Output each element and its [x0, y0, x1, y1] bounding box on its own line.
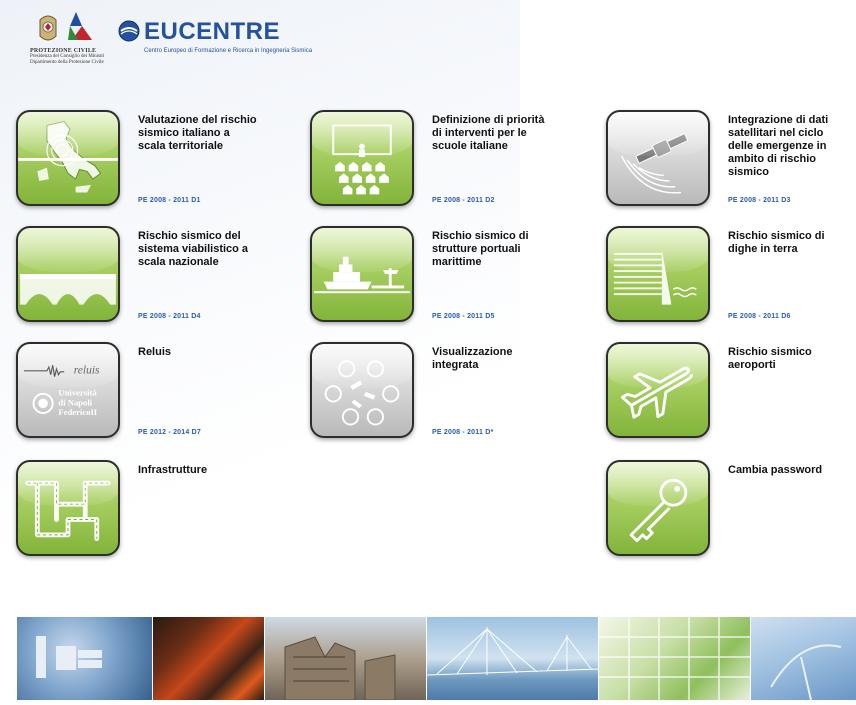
tile-cambia-password[interactable]: Cambia password [606, 460, 856, 570]
satellite-icon[interactable] [606, 110, 710, 206]
space-station-icon [36, 636, 102, 678]
ship-port-icon[interactable] [310, 226, 414, 322]
tile-dighe-terra[interactable]: Rischio sismico di dighe in terra PE 200… [606, 226, 856, 336]
tile-dati-satellitari[interactable]: Integrazione di dati satellitari nel cic… [606, 110, 856, 220]
tile-code: PE 2008 - 2011 D1 [138, 197, 201, 204]
tile-code: PE 2008 - 2011 D4 [138, 313, 201, 320]
tile-strutture-portuali[interactable]: Rischio sismico di strutture portuali ma… [310, 226, 600, 336]
univ-line3: FedericoII [58, 407, 97, 417]
classroom-icon[interactable] [310, 110, 414, 206]
tile-title[interactable]: Rischio sismico del sistema viabilistico… [138, 230, 260, 269]
tile-title[interactable]: Cambia password [728, 464, 850, 477]
tile-aeroporti[interactable]: Rischio sismico aeroporti [606, 342, 856, 452]
footer-photo-strip [16, 617, 856, 701]
grid-icon [599, 617, 751, 700]
tile-infrastrutture[interactable]: Infrastrutture [16, 460, 306, 570]
tile-code: PE 2008 - 2011 D3 [728, 197, 791, 204]
tile-code: PE 2008 - 2011 D2 [432, 197, 495, 204]
tile-code: PE 2008 - 2011 D6 [728, 313, 791, 320]
eucentre-logo: EUCENTRE Centro Europeo di Formazione e … [118, 18, 378, 58]
tile-sistema-viabilistico[interactable]: Rischio sismico del sistema viabilistico… [16, 226, 306, 336]
header: PROTEZIONE CIVILE Presidenza del Consigl… [30, 8, 370, 70]
tile-title[interactable]: Rischio sismico aeroporti [728, 346, 850, 372]
network-circles-icon[interactable] [310, 342, 414, 438]
cable-bridge-icon [426, 627, 600, 676]
building-ruins-icon [284, 636, 396, 701]
tile-valutazione-rischio[interactable]: Valutazione del rischio sismico italiano… [16, 110, 306, 220]
cable-bridge-photo [426, 617, 600, 700]
protezione-civile-logo: PROTEZIONE CIVILE Presidenza del Consigl… [30, 8, 110, 68]
eucentre-name: EUCENTRE [144, 18, 281, 45]
tile-title[interactable]: Valutazione del rischio sismico italiano… [138, 114, 260, 153]
tile-priorita-scuole[interactable]: Definizione di priorità di interventi pe… [310, 110, 600, 220]
space-station-photo [16, 617, 152, 700]
tile-title[interactable]: Visualizzazione integrata [432, 346, 554, 372]
airplane-icon[interactable] [606, 342, 710, 438]
lava-photo [152, 617, 264, 700]
protezione-civile-line2: Dipartimento della Protezione Civile [30, 60, 104, 65]
tile-code: PE 2008 - 2011 D* [432, 429, 494, 436]
tile-title[interactable]: Integrazione di dati satellitari nel cic… [728, 114, 850, 179]
tile-code: PE 2012 - 2014 D7 [138, 429, 201, 436]
world-map-grid-photo [598, 617, 751, 700]
tile-visualizzazione-integrata[interactable]: Visualizzazione integrata PE 2008 - 2011… [310, 342, 600, 452]
reluis-logo-text: reluis [74, 365, 100, 377]
road-network-icon[interactable] [16, 460, 120, 556]
tile-title[interactable]: Definizione di priorità di interventi pe… [432, 114, 554, 153]
collapsed-building-photo [264, 617, 426, 701]
emblem-icon [39, 12, 92, 41]
reluis-logo-icon[interactable]: reluis Università di Napoli FedericoII [16, 342, 120, 438]
tile-title[interactable]: Infrastrutture [138, 464, 260, 477]
eucentre-subtitle: Centro Europeo di Formazione e Ricerca i… [144, 48, 313, 54]
eucentre-globe-icon [118, 20, 140, 42]
bridge-icon[interactable] [16, 226, 120, 322]
antenna-icon [770, 644, 842, 701]
key-icon[interactable] [606, 460, 710, 556]
tile-title[interactable]: Rischio sismico di dighe in terra [728, 230, 850, 256]
univ-line1: Università [58, 388, 97, 398]
dam-icon[interactable] [606, 226, 710, 322]
antenna-sky-photo [750, 617, 856, 701]
tile-title[interactable]: Reluis [138, 346, 260, 359]
univ-line2: di Napoli [58, 397, 92, 407]
tile-reluis[interactable]: reluis Università di Napoli FedericoII R… [16, 342, 306, 452]
italy-map-icon[interactable] [16, 110, 120, 206]
tile-code: PE 2008 - 2011 D5 [432, 313, 495, 320]
tile-title[interactable]: Rischio sismico di strutture portuali ma… [432, 230, 554, 269]
